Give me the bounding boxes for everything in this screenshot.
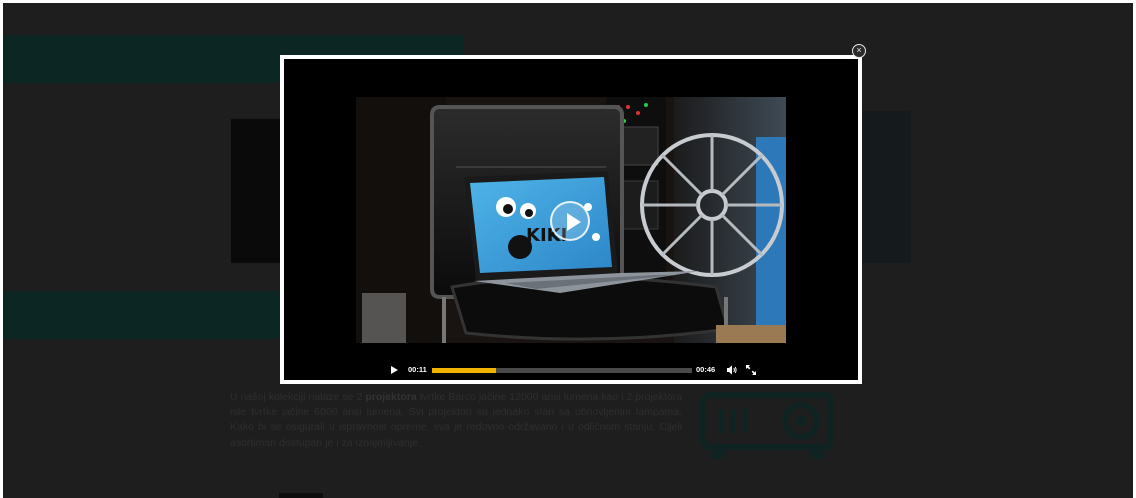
background-description: U našoj kolekciji nalaze se 2 projektora… (230, 390, 682, 451)
description-bold: projektora (365, 391, 417, 403)
description-part: U našoj kolekciji nalaze se 2 (230, 391, 366, 403)
play-icon[interactable] (390, 365, 400, 375)
video-controls: 00:11 00:46 (284, 361, 858, 379)
projector-icon (700, 392, 834, 459)
background-button (279, 493, 323, 498)
video-frame[interactable]: KIKI (356, 97, 786, 343)
close-icon[interactable]: × (852, 44, 866, 58)
big-play-button[interactable] (550, 201, 590, 241)
video-player[interactable]: KIKI 00:11 00:46 (284, 59, 858, 380)
volume-icon[interactable] (726, 364, 738, 376)
duration: 00:46 (696, 365, 716, 374)
video-lightbox: KIKI 00:11 00:46 (280, 55, 862, 384)
background-image-block (231, 119, 283, 263)
fullscreen-icon[interactable] (745, 364, 757, 376)
progress-fill (432, 368, 496, 373)
background-image-block-right (859, 111, 911, 263)
progress-bar[interactable] (432, 368, 692, 373)
current-time: 00:11 (408, 365, 427, 374)
background-section-band (3, 291, 281, 339)
